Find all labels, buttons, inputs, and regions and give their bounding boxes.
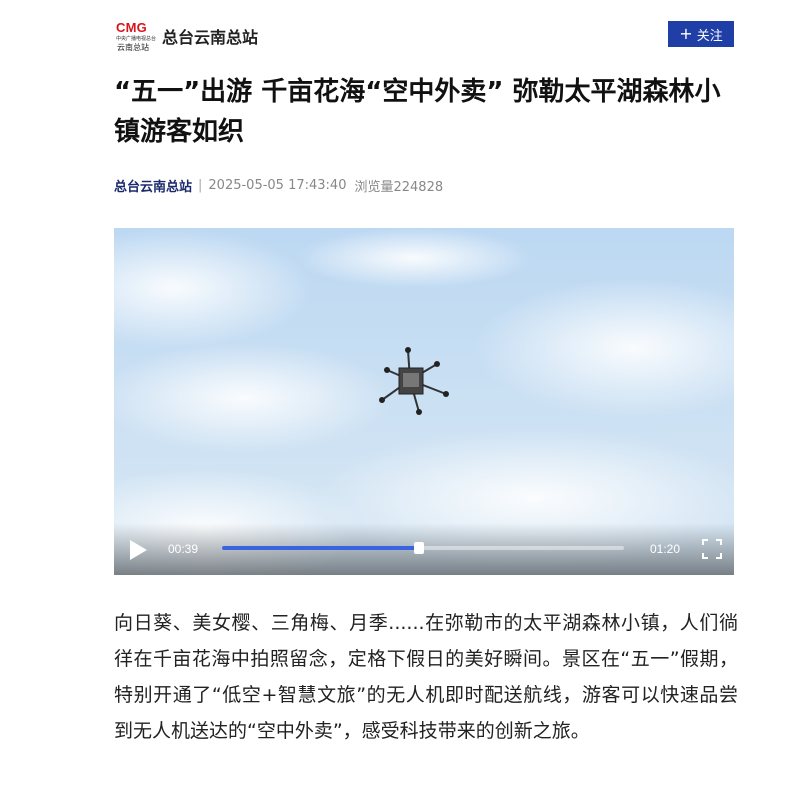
video-player[interactable]: 00:39 01:20 — [114, 228, 734, 575]
play-icon[interactable] — [128, 539, 148, 561]
follow-button[interactable]: + 关注 — [668, 21, 734, 47]
current-time: 00:39 — [168, 542, 199, 556]
progress-fill — [222, 546, 419, 550]
cmg-logo[interactable]: CMG 中央广播电视总台 云南总站 — [114, 20, 157, 52]
meta-separator: | — [198, 178, 203, 193]
logo-text: CMG — [116, 20, 147, 35]
fullscreen-icon[interactable] — [702, 539, 722, 559]
follow-label: 关注 — [696, 28, 723, 44]
article-body: 向日葵、美女樱、三角梅、月季......在弥勒市的太平湖森林小镇，人们徜徉在千亩… — [114, 612, 738, 742]
article-title: “五一”出游 千亩花海“空中外卖” 弥勒太平湖森林小镇游客如织 — [114, 77, 721, 147]
logo-subtitle-station: 云南总站 — [117, 43, 149, 52]
channel-header: CMG 中央广播电视总台 云南总站 总台云南总站 + 关注 — [114, 18, 734, 52]
plus-icon: + — [679, 24, 693, 43]
progress-handle[interactable] — [413, 542, 424, 554]
progress-bar[interactable] — [222, 542, 624, 554]
total-time: 01:20 — [649, 542, 680, 556]
page: CMG 中央广播电视总台 云南总站 总台云南总站 + 关注 “五一”出游 千亩花… — [0, 0, 800, 787]
view-count: 浏览量224828 — [354, 180, 444, 195]
article-datetime: 2025-05-05 17:43:40 — [208, 178, 347, 193]
article-meta: 总台云南总站 | 2025-05-05 17:43:40 浏览量224828 — [114, 176, 443, 195]
channel-name[interactable]: 总台云南总站 — [162, 24, 258, 48]
logo-subtitle: 中央广播电视总台 — [116, 36, 157, 42]
article-source[interactable]: 总台云南总站 — [114, 176, 192, 195]
video-controls: 00:39 01:20 — [114, 523, 734, 575]
